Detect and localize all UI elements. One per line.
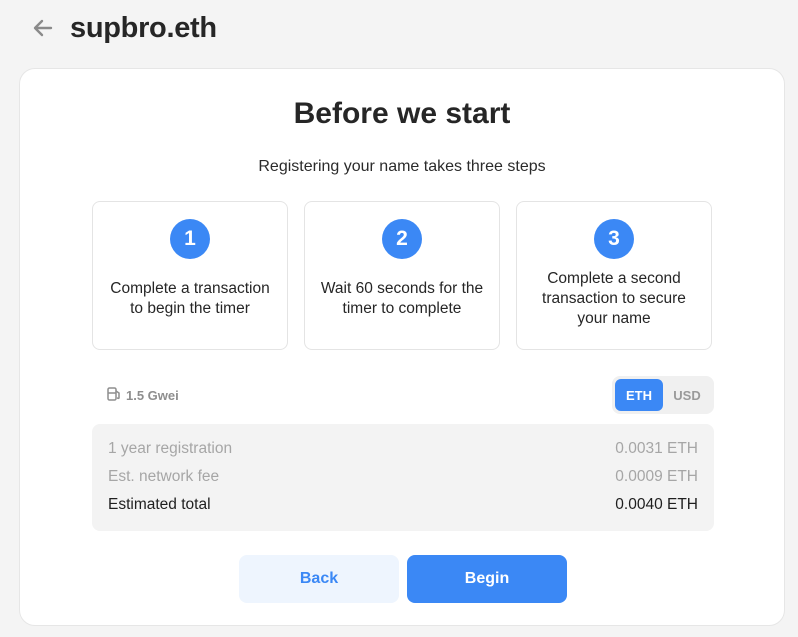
page-title: supbro.eth <box>70 11 217 44</box>
step-card: 3 Complete a second transaction to secur… <box>516 201 712 350</box>
step-description: Complete a transaction to begin the time… <box>110 280 270 317</box>
gas-price-value: 1.5 Gwei <box>126 387 179 403</box>
back-button[interactable]: Back <box>239 555 399 603</box>
registration-card: Before we start Registering your name ta… <box>19 68 785 626</box>
step-number-badge: 1 <box>170 219 210 259</box>
card-title: Before we start <box>293 97 511 130</box>
step-number-badge: 2 <box>382 219 422 259</box>
action-buttons: Back Begin <box>239 555 567 603</box>
fee-value: 0.0031 ETH <box>615 440 698 457</box>
step-description: Complete a second transaction to secure … <box>542 270 686 327</box>
currency-eth-button[interactable]: ETH <box>615 379 663 411</box>
fee-label: Est. network fee <box>108 468 220 485</box>
back-arrow-icon[interactable] <box>30 15 56 41</box>
step-card: 1 Complete a transaction to begin the ti… <box>92 201 288 350</box>
fee-row-total: Estimated total 0.0040 ETH <box>108 491 698 519</box>
step-number-badge: 3 <box>594 219 634 259</box>
page-header: supbro.eth <box>30 8 217 48</box>
fee-value: 0.0009 ETH <box>615 468 698 485</box>
card-subtitle: Registering your name takes three steps <box>258 158 546 175</box>
fee-row-network: Est. network fee 0.0009 ETH <box>108 463 698 491</box>
step-description: Wait 60 seconds for the timer to complet… <box>320 280 484 317</box>
step-card: 2 Wait 60 seconds for the timer to compl… <box>304 201 500 350</box>
fee-label: Estimated total <box>108 496 211 513</box>
fee-value: 0.0040 ETH <box>615 496 698 513</box>
gas-and-currency-row: 1.5 Gwei ETH USD <box>92 375 714 415</box>
begin-button[interactable]: Begin <box>407 555 567 603</box>
fee-summary: 1 year registration 0.0031 ETH Est. netw… <box>92 424 714 531</box>
steps-list: 1 Complete a transaction to begin the ti… <box>92 201 712 350</box>
currency-usd-button[interactable]: USD <box>663 379 711 411</box>
gas-pump-icon <box>106 386 122 405</box>
gas-price: 1.5 Gwei <box>92 386 179 405</box>
fee-label: 1 year registration <box>108 440 233 457</box>
fee-row-registration: 1 year registration 0.0031 ETH <box>108 435 698 463</box>
currency-toggle: ETH USD <box>612 376 714 414</box>
